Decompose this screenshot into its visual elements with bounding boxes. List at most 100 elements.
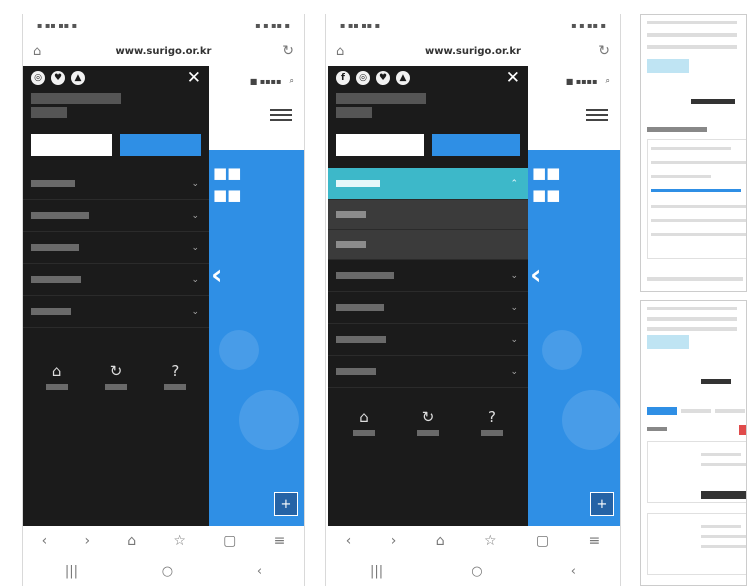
thumb-page-title	[701, 379, 731, 384]
close-icon[interactable]: ✕	[187, 68, 201, 88]
instagram-icon[interactable]: ◎	[31, 71, 45, 85]
drawer-tabs	[328, 134, 528, 156]
youtube-icon[interactable]: ▲	[396, 71, 410, 85]
menu-item[interactable]: ⌄	[328, 324, 528, 356]
forward-icon[interactable]: ›	[84, 533, 90, 549]
home-icon[interactable]: ⌂	[336, 44, 358, 59]
side-drawer: f ◎ ♥ ▲ ✕ ⌃ ⌄ ⌄ ⌄ ⌄ ⌂ ↻ ?	[328, 66, 528, 526]
browser-nav-bar: ‹ › ⌂ ☆ ▢ ≡	[326, 526, 620, 556]
login-link[interactable]: ■ ▪▪▪▪	[566, 77, 598, 86]
refresh-icon: ↻	[109, 362, 123, 380]
chevron-down-icon: ⌄	[510, 270, 518, 281]
thumb-form-link	[651, 189, 741, 192]
facebook-icon[interactable]: f	[336, 71, 350, 85]
tab-mypage[interactable]	[432, 134, 520, 156]
drawer-header: ◎ ♥ ▲ ✕	[23, 66, 209, 90]
login-link[interactable]: ■ ▪▪▪▪	[250, 77, 282, 86]
submenu-item[interactable]	[328, 200, 528, 230]
star-icon[interactable]: ☆	[173, 533, 186, 549]
home-shortcut[interactable]: ⌂	[45, 362, 68, 390]
tabs-icon[interactable]: ▢	[536, 533, 549, 549]
scroll-top-button[interactable]: +	[274, 492, 298, 516]
status-left: ▪ ▪▪ ▪▪ ▪	[37, 20, 78, 30]
search-icon[interactable]: ⌕	[290, 76, 294, 86]
recent-apps-icon[interactable]: |||	[65, 564, 78, 579]
home-button-icon[interactable]: ○	[162, 564, 173, 579]
back-button-icon[interactable]: ‹	[571, 564, 576, 579]
back-icon[interactable]: ‹	[346, 533, 352, 549]
twitter-icon[interactable]: ♥	[376, 71, 390, 85]
url-text[interactable]: www.surigo.or.kr	[358, 46, 588, 57]
home-shortcut[interactable]: ⌂	[353, 408, 375, 436]
menu-item-active[interactable]: ⌃	[328, 168, 528, 200]
twitter-icon[interactable]: ♥	[51, 71, 65, 85]
thumb-list-line	[701, 545, 746, 548]
menu-item[interactable]: ⌄	[23, 232, 209, 264]
question-icon: ?	[171, 362, 180, 380]
home-icon: ⌂	[51, 362, 62, 380]
browser-address-bar[interactable]: ⌂ www.surigo.or.kr ↻	[326, 36, 620, 66]
tab-mypage[interactable]	[120, 134, 201, 156]
carousel-prev-icon[interactable]: ‹	[530, 258, 542, 291]
menu-item[interactable]: ⌄	[328, 356, 528, 388]
faq-shortcut[interactable]: ?	[481, 408, 503, 436]
thumb-form-line	[651, 205, 746, 208]
star-icon[interactable]: ☆	[484, 533, 497, 549]
tabs-icon[interactable]: ▢	[223, 533, 236, 549]
chevron-up-icon: ⌃	[510, 178, 518, 189]
menu-item[interactable]: ⌄	[23, 200, 209, 232]
thumb-form-line	[651, 175, 711, 178]
close-icon[interactable]: ✕	[506, 68, 520, 88]
thumb-url-line	[647, 317, 737, 321]
thumb-nav-line	[647, 45, 737, 49]
back-icon[interactable]: ‹	[42, 533, 48, 549]
recent-apps-icon[interactable]: |||	[370, 564, 383, 579]
status-bar: ▪ ▪▪ ▪▪ ▪ ▪ ▪ ▪▪ ▪	[326, 14, 620, 36]
url-text[interactable]: www.surigo.or.kr	[55, 46, 272, 57]
status-right: ▪ ▪ ▪▪ ▪	[255, 20, 290, 30]
thumb-count	[647, 427, 667, 431]
back-button-icon[interactable]: ‹	[257, 564, 262, 579]
home-icon[interactable]: ⌂	[33, 44, 55, 59]
menu-item[interactable]: ⌄	[328, 292, 528, 324]
hero-title: ■■ ■■	[213, 164, 242, 204]
tab-info[interactable]	[336, 134, 424, 156]
menu-item[interactable]: ⌄	[23, 168, 209, 200]
status-bar: ▪ ▪▪ ▪▪ ▪ ▪ ▪ ▪▪ ▪	[23, 14, 304, 36]
menu-icon[interactable]: ≡	[589, 533, 601, 549]
home-button-icon[interactable]: ○	[471, 564, 482, 579]
menu-item[interactable]: ⌄	[328, 260, 528, 292]
tab-info[interactable]	[31, 134, 112, 156]
greeting-text	[31, 93, 121, 104]
menu-icon[interactable]: ≡	[274, 533, 286, 549]
hero-banner: ■■ ■■ ‹ +	[209, 150, 304, 526]
menu-item[interactable]: ⌄	[23, 296, 209, 328]
notice-shortcut[interactable]: ↻	[417, 408, 439, 436]
forward-icon[interactable]: ›	[391, 533, 397, 549]
reload-icon[interactable]: ↻	[272, 43, 294, 59]
notice-shortcut[interactable]: ↻	[104, 362, 127, 390]
decorative-bubble	[562, 390, 620, 450]
home-icon[interactable]: ⌂	[127, 533, 136, 549]
chevron-down-icon: ⌄	[191, 242, 199, 253]
browser-address-bar[interactable]: ⌂ www.surigo.or.kr ↻	[23, 36, 304, 66]
hamburger-menu-icon[interactable]	[270, 106, 292, 124]
hamburger-menu-icon[interactable]	[586, 106, 608, 124]
drawer-bottom-icons: ⌂ ↻ ?	[23, 328, 209, 390]
menu-item[interactable]: ⌄	[23, 264, 209, 296]
home-icon[interactable]: ⌂	[436, 533, 445, 549]
instagram-icon[interactable]: ◎	[356, 71, 370, 85]
side-drawer: ◎ ♥ ▲ ✕ ⌄ ⌄ ⌄ ⌄ ⌄ ⌂ ↻ ?	[23, 66, 209, 526]
carousel-prev-icon[interactable]: ‹	[211, 258, 223, 291]
youtube-icon[interactable]: ▲	[71, 71, 85, 85]
scroll-top-button[interactable]: +	[590, 492, 614, 516]
thumb-page-title	[691, 99, 735, 104]
reload-icon[interactable]: ↻	[588, 43, 610, 59]
decorative-bubble	[542, 330, 582, 370]
submenu-item[interactable]	[328, 230, 528, 260]
thumb-form-line	[651, 233, 746, 236]
search-icon[interactable]: ⌕	[606, 76, 610, 86]
drawer-bottom-icons: ⌂ ↻ ?	[328, 388, 528, 436]
faq-shortcut[interactable]: ?	[164, 362, 187, 390]
drawer-menu: ⌃ ⌄ ⌄ ⌄ ⌄	[328, 168, 528, 388]
